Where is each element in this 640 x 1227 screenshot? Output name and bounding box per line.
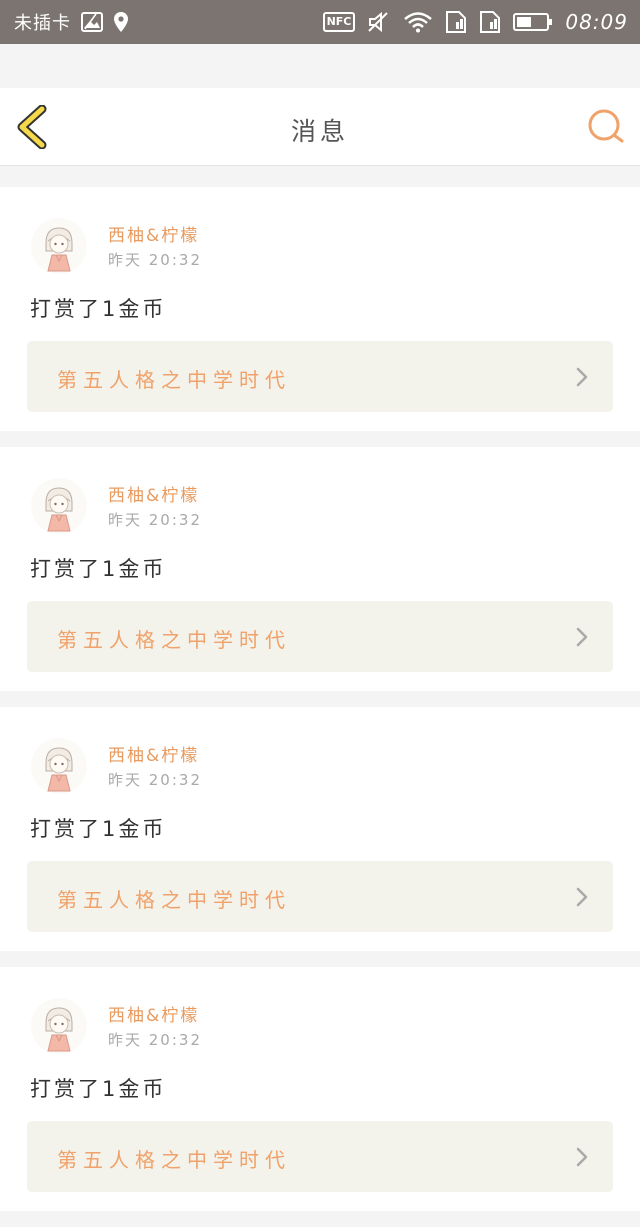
avatar[interactable]: [30, 477, 88, 535]
avatar[interactable]: [30, 997, 88, 1055]
message-time: 昨天 20:32: [108, 1031, 202, 1049]
message-list: 西柚&柠檬 昨天 20:32 打赏了1金币 第五人格之中学时代 西柚&柠檬 昨天…: [0, 187, 640, 1227]
message-time: 昨天 20:32: [108, 511, 202, 529]
chevron-right-icon: [576, 1147, 588, 1167]
message-card: 西柚&柠檬 昨天 20:32 打赏了1金币 第五人格之中学时代: [0, 447, 640, 691]
search-button[interactable]: [586, 107, 626, 147]
post-title: 第五人格之中学时代: [57, 628, 291, 652]
status-right: NFC 08:09: [322, 10, 628, 34]
message-time: 昨天 20:32: [108, 251, 202, 269]
message-text: 打赏了1金币: [30, 817, 167, 841]
sender-name[interactable]: 西柚&柠檬: [108, 481, 199, 506]
message-text: 打赏了1金币: [30, 297, 167, 321]
sender-name[interactable]: 西柚&柠檬: [108, 221, 199, 246]
header-bar: 消息: [0, 88, 640, 166]
carrier-label: 未插卡: [14, 13, 71, 34]
message-card: 西柚&柠檬 昨天 20:32 打赏了1金币 第五人格之中学时代: [0, 707, 640, 951]
post-title: 第五人格之中学时代: [57, 368, 291, 392]
message-text: 打赏了1金币: [30, 557, 167, 581]
battery-icon: [513, 12, 553, 32]
post-link[interactable]: 第五人格之中学时代: [27, 861, 613, 932]
message-time: 昨天 20:32: [108, 771, 202, 789]
location-icon: [113, 11, 129, 33]
status-bar: 未插卡 NFC 08:09: [0, 0, 640, 44]
message-card: 西柚&柠檬 昨天 20:32 打赏了1金币 第五人格之中学时代: [0, 967, 640, 1211]
status-left: 未插卡: [14, 9, 129, 35]
post-link[interactable]: 第五人格之中学时代: [27, 1121, 613, 1192]
sim-signal-icon: [479, 11, 501, 33]
chevron-right-icon: [576, 627, 588, 647]
wifi-icon: [403, 11, 433, 33]
post-link[interactable]: 第五人格之中学时代: [27, 601, 613, 672]
sim-signal-icon: [445, 11, 467, 33]
post-title: 第五人格之中学时代: [57, 1148, 291, 1172]
page-title: 消息: [290, 117, 349, 146]
mute-icon: [367, 11, 391, 33]
clock: 08:09: [565, 10, 628, 34]
nfc-icon: NFC: [322, 12, 356, 32]
message-text: 打赏了1金币: [30, 1077, 167, 1101]
post-title: 第五人格之中学时代: [57, 888, 291, 912]
chevron-right-icon: [576, 367, 588, 387]
avatar[interactable]: [30, 737, 88, 795]
message-card: 西柚&柠檬 昨天 20:32 打赏了1金币 第五人格之中学时代: [0, 187, 640, 431]
search-icon: [588, 109, 624, 143]
post-link[interactable]: 第五人格之中学时代: [27, 341, 613, 412]
sender-name[interactable]: 西柚&柠檬: [108, 741, 199, 766]
chevron-right-icon: [576, 887, 588, 907]
avatar[interactable]: [30, 217, 88, 275]
sender-name[interactable]: 西柚&柠檬: [108, 1001, 199, 1026]
image-icon: [81, 12, 103, 32]
